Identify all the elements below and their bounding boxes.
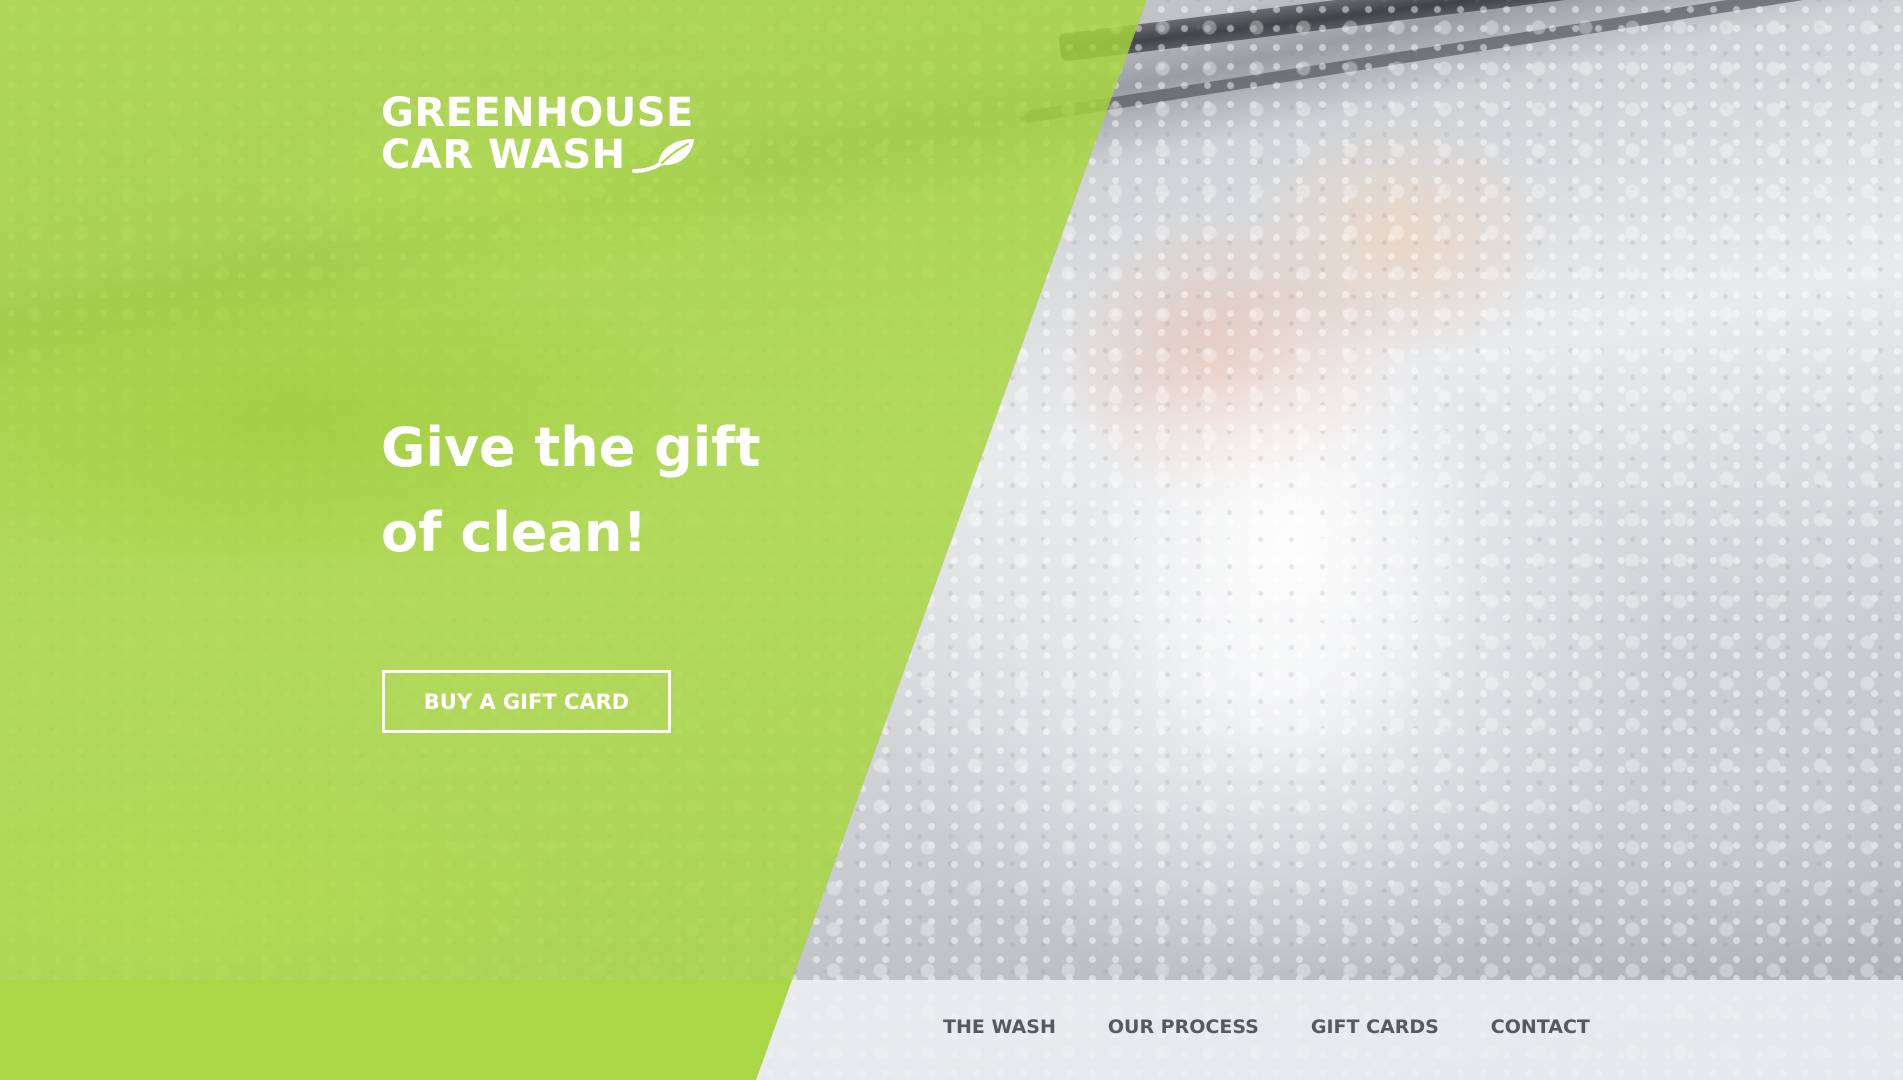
logo-text-line2: CAR WASH	[381, 132, 626, 178]
logo-text-line1: GREENHOUSE	[381, 90, 694, 136]
leaf-icon	[631, 139, 694, 173]
main-navigation: THE WASH OUR PROCESS GIFT CARDS CONTACT	[943, 1016, 1590, 1038]
headline-line2: of clean!	[381, 501, 648, 564]
brand-logo[interactable]: GREENHOUSE CAR WASH	[381, 92, 696, 176]
logo-text-row2: CAR WASH	[381, 134, 696, 176]
nav-item-contact[interactable]: CONTACT	[1491, 1016, 1590, 1038]
buy-gift-card-button[interactable]: BUY A GIFT CARD	[382, 670, 671, 733]
hero-section: GREENHOUSE CAR WASH Give the gift of cle…	[0, 0, 1903, 1080]
nav-item-gift-cards[interactable]: GIFT CARDS	[1311, 1016, 1439, 1038]
nav-item-our-process[interactable]: OUR PROCESS	[1108, 1016, 1259, 1038]
nav-item-the-wash[interactable]: THE WASH	[943, 1016, 1056, 1038]
hero-headline: Give the gift of clean!	[381, 405, 801, 575]
headline-line1: Give the gift	[381, 416, 761, 479]
